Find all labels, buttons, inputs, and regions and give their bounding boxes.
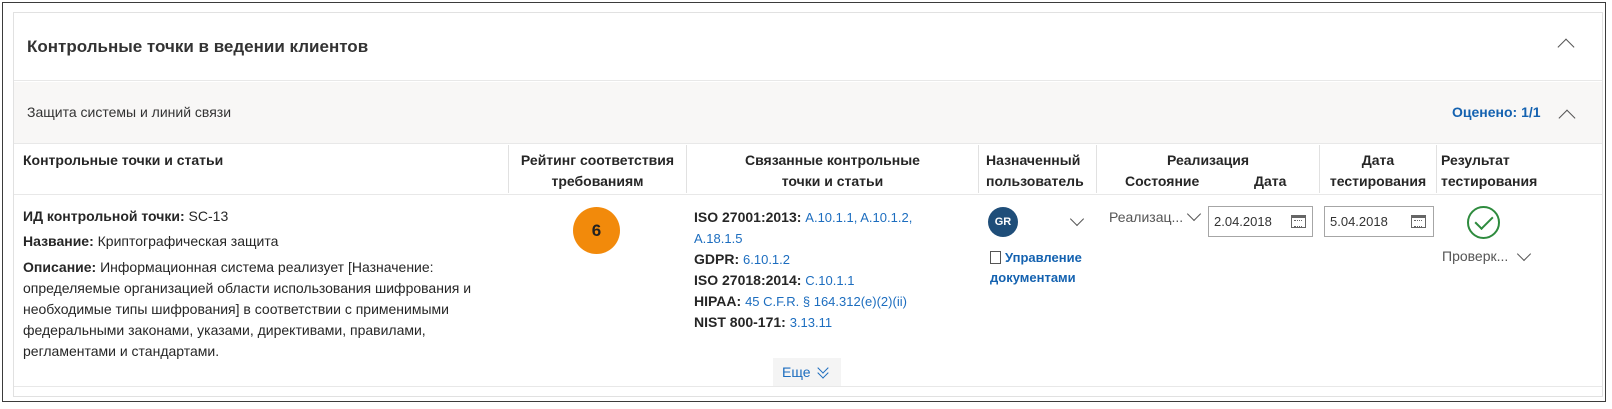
ref-standard: ISO 27001:2013: — [694, 209, 802, 225]
col-header-result-line2: тестирования — [1441, 173, 1538, 189]
row-divider — [14, 386, 1602, 387]
manage-documents-link[interactable]: Управление документами — [990, 248, 1090, 288]
test-date-input[interactable]: 5.04.2018 — [1324, 206, 1434, 237]
control-id-label: ИД контрольной точки: — [23, 208, 185, 224]
calendar-icon[interactable] — [1291, 215, 1306, 228]
col-header-control: Контрольные точки и статьи — [23, 152, 224, 168]
ref-link[interactable]: A.18.1.5 — [694, 231, 742, 246]
test-result-value: Проверк... — [1442, 248, 1509, 264]
col-header-rating-line2: требованиям — [551, 173, 644, 189]
ref-link[interactable]: A.10.1.1 — [805, 210, 853, 225]
column-divider — [978, 145, 979, 193]
ref-link[interactable]: 3.13.11 — [790, 315, 832, 330]
control-name-value: Криптографическая защита — [97, 233, 279, 249]
manage-documents-label-2: документами — [990, 270, 1076, 285]
ref-link[interactable]: A.10.1.2 — [860, 210, 908, 225]
ref-hipaa: HIPAA: 45 C.F.R. § 164.312(e)(2)(ii) — [694, 291, 964, 312]
column-divider — [1436, 145, 1437, 193]
compliance-rating-badge: 6 — [573, 207, 620, 254]
col-header-test-date: Дата тестирования — [1320, 150, 1436, 192]
control-description-label: Описание: — [23, 259, 97, 275]
ref-standard: GDPR: — [694, 251, 740, 267]
ref-link[interactable]: 45 C.F.R. § 164.312(e)(2)(ii) — [745, 294, 907, 309]
ref-nist: NIST 800-171: 3.13.11 — [694, 312, 964, 333]
ref-iso27018: ISO 27018:2014: C.10.1.1 — [694, 270, 964, 291]
customer-controls-card: Контрольные точки в ведении клиентов Защ… — [13, 12, 1603, 397]
ref-standard: NIST 800-171: — [694, 314, 786, 330]
collapse-card-chevron-icon[interactable] — [1557, 38, 1575, 56]
ref-standard: HIPAA: — [694, 293, 742, 309]
control-name: Название: Криптографическая защита — [23, 231, 278, 252]
control-description: Описание: Информационная система реализу… — [23, 257, 508, 362]
document-icon — [990, 251, 1001, 264]
collapse-section-chevron-icon[interactable] — [1558, 109, 1576, 127]
col-header-implementation: Реализация Состояние Дата — [1097, 150, 1319, 192]
ref-link[interactable]: C.10.1.1 — [805, 273, 854, 288]
ref-standard: ISO 27018:2014: — [694, 272, 802, 288]
ref-separator: , — [908, 210, 913, 225]
ref-gdpr: GDPR: 6.10.1.2 — [694, 249, 964, 270]
ref-link[interactable]: 6.10.1.2 — [743, 252, 790, 267]
test-passed-check-icon — [1467, 206, 1500, 239]
window-frame: Контрольные точки в ведении клиентов Защ… — [2, 2, 1606, 402]
implementation-status-value: Реализац... — [1109, 209, 1184, 225]
implementation-status-chevron-icon[interactable] — [1186, 206, 1202, 222]
col-header-test-date-line2: тестирования — [1329, 173, 1427, 189]
manage-documents-label-1: Управление — [1005, 250, 1082, 265]
col-header-related-line2: точки и статьи — [781, 173, 884, 189]
test-result-select[interactable]: Проверк... — [1442, 248, 1508, 264]
test-date-value: 5.04.2018 — [1330, 214, 1388, 229]
assign-user-dropdown-chevron-icon[interactable] — [1069, 211, 1085, 227]
col-header-rating: Рейтинг соответствия требованиям — [509, 150, 686, 192]
ref-iso27001-cont: A.18.1.5 — [694, 228, 964, 249]
control-name-label: Название: — [23, 233, 94, 249]
col-header-assigned-line1: Назначенный — [986, 152, 1081, 168]
col-header-impl-line1: Реализация — [1166, 152, 1249, 168]
section-title: Защита системы и линий связи — [27, 104, 232, 120]
col-header-test-date-line1: Дата — [1361, 152, 1395, 168]
implementation-date-value: 2.04.2018 — [1214, 214, 1272, 229]
user-avatar[interactable]: GR — [988, 207, 1018, 237]
row-divider — [14, 194, 1602, 195]
card-header[interactable]: Контрольные точки в ведении клиентов — [14, 13, 1602, 81]
related-controls-list: ISO 27001:2013: A.10.1.1, A.10.1.2, A.18… — [694, 207, 964, 333]
col-header-rating-line1: Рейтинг соответствия — [520, 152, 675, 168]
control-id: ИД контрольной точки: SC-13 — [23, 206, 228, 227]
col-header-result: Результат тестирования — [1441, 150, 1537, 192]
col-header-impl-subrow: Состояние Дата — [1097, 171, 1319, 192]
test-result-chevron-icon[interactable] — [1516, 246, 1532, 262]
control-id-value: SC-13 — [188, 208, 229, 224]
implementation-status-select[interactable]: Реализац... — [1109, 209, 1183, 225]
col-header-result-line1: Результат — [1441, 152, 1510, 168]
calendar-icon[interactable] — [1411, 215, 1426, 228]
show-more-label: Еще — [782, 364, 811, 380]
assessed-count: Оценено: 1/1 — [1452, 104, 1541, 120]
card-title: Контрольные точки в ведении клиентов — [27, 37, 369, 56]
col-header-assigned-line2: пользователь — [986, 173, 1084, 189]
ref-iso27001: ISO 27001:2013: A.10.1.1, A.10.1.2, — [694, 207, 964, 228]
col-header-impl-status: Состояние — [1125, 173, 1200, 189]
section-bar[interactable]: Защита системы и линий связи Оценено: 1/… — [14, 82, 1602, 144]
col-header-impl-date: Дата — [1254, 173, 1287, 189]
col-header-related-line1: Связанные контрольные — [745, 152, 920, 168]
col-header-related: Связанные контрольные точки и статьи — [687, 150, 978, 192]
show-more-button[interactable]: Еще — [773, 358, 841, 386]
implementation-date-input[interactable]: 2.04.2018 — [1208, 206, 1313, 237]
col-header-assigned: Назначенный пользователь — [986, 150, 1084, 192]
